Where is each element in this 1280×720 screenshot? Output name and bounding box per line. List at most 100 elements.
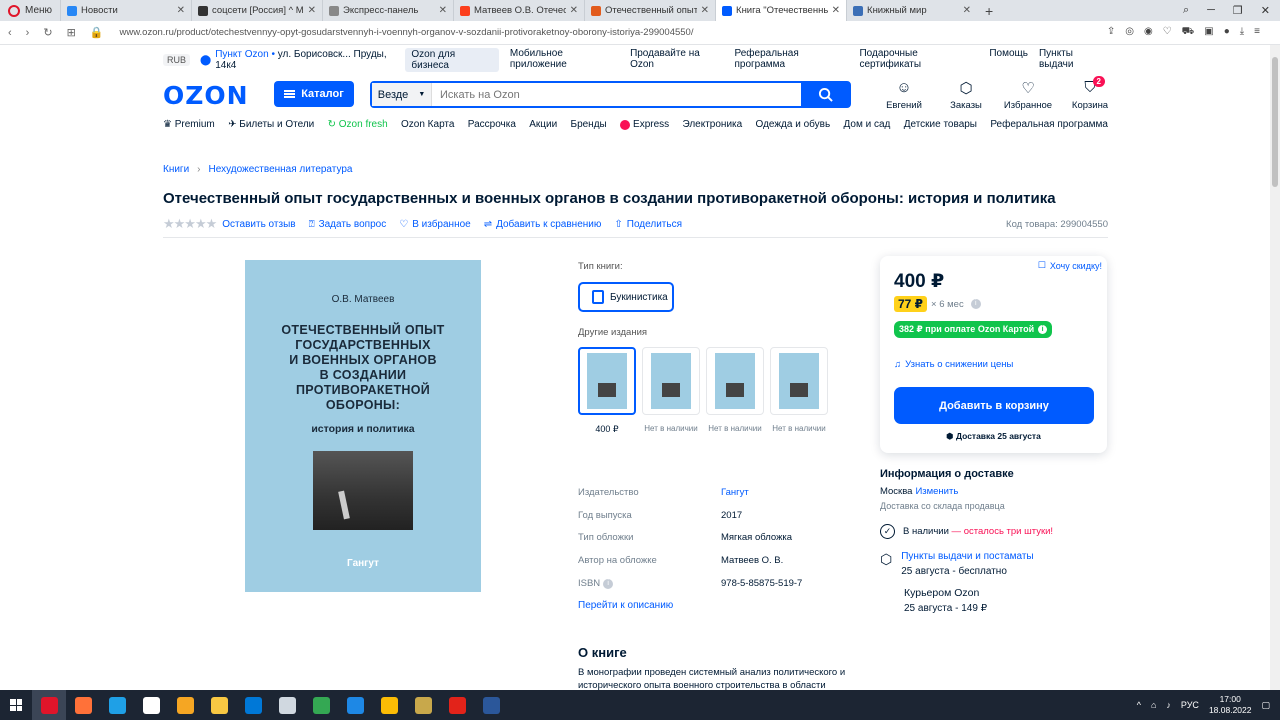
url-field[interactable]: www.ozon.ru/product/otechestvennyy-opyt-… [119, 27, 693, 38]
edition-option[interactable]: Нет в наличии [642, 347, 700, 435]
language-indicator[interactable]: РУС [1181, 700, 1199, 710]
volume-icon[interactable]: ♪ [1166, 700, 1171, 710]
breadcrumb-books[interactable]: Книги [163, 164, 189, 175]
rating-stars[interactable]: ★★★★★ [163, 216, 217, 232]
top-link[interactable]: Реферальная программа [734, 48, 848, 72]
taskbar-app-word[interactable] [474, 690, 508, 720]
notifications-icon[interactable]: ▢ [1261, 700, 1270, 711]
taskbar-app-edge[interactable] [100, 690, 134, 720]
taskbar-app-app-ic[interactable] [168, 690, 202, 720]
compare-link[interactable]: ⇌ Добавить к сравнению [484, 219, 602, 230]
top-link[interactable]: Ozon для бизнеса [405, 48, 499, 72]
tray-up-arrow-icon[interactable]: ^ [1137, 700, 1141, 710]
top-link[interactable]: Пункты выдачи [1039, 48, 1108, 72]
browser-tab[interactable]: Экспресс-панель ✕ [322, 0, 453, 21]
browser-tab[interactable]: Книжный мир ✕ [846, 0, 977, 21]
book-type-chip[interactable]: Букинистика [578, 282, 674, 312]
currency-selector[interactable]: RUB [163, 54, 191, 66]
nav-installment[interactable]: Рассрочка [468, 119, 516, 130]
nav-brands[interactable]: Бренды [571, 119, 607, 130]
want-discount-link[interactable]: ☐ Хочу скидку! [1038, 260, 1102, 271]
info-icon[interactable]: i [603, 578, 614, 589]
tab-close-icon[interactable]: ✕ [963, 5, 971, 16]
taskbar-app-archive[interactable] [406, 690, 440, 720]
taskbar-app-opera[interactable] [32, 690, 66, 720]
leave-review-link[interactable]: Оставить отзыв [222, 219, 295, 230]
browser-tab[interactable]: Книга "Отечественный оп ✕ [715, 0, 847, 21]
profile-button[interactable]: ☺ Евгений [873, 79, 935, 111]
forward-icon[interactable]: › [26, 27, 30, 39]
price-drop-notify-link[interactable]: ♫ Узнать о снижении цены [894, 359, 1013, 370]
ozon-logo[interactable]: OZON [163, 81, 249, 110]
back-icon[interactable]: ‹ [8, 27, 12, 39]
ask-question-link[interactable]: ⍰ Задать вопрос [309, 219, 387, 230]
top-link[interactable]: Подарочные сертификаты [859, 48, 978, 72]
installment-info[interactable]: 77 ₽ × 6 мес i [894, 296, 981, 312]
bookmark-icon[interactable]: ♡ [1163, 26, 1172, 39]
cart-ext-icon[interactable]: ⛟ [1182, 26, 1195, 39]
profile-icon[interactable]: ● [1224, 26, 1230, 39]
info-icon[interactable]: i [970, 299, 981, 309]
taskbar-app-yandex[interactable] [134, 690, 168, 720]
browser-tab[interactable]: Новости ✕ [60, 0, 191, 21]
share-icon[interactable]: ⇪ [1107, 26, 1115, 39]
taskbar-app-acrobat[interactable] [440, 690, 474, 720]
nav-express[interactable]: Express [620, 119, 669, 130]
start-button[interactable] [0, 690, 32, 720]
goto-description-link[interactable]: Перейти к описанию [578, 600, 673, 611]
favorites-button[interactable]: ♡ Избранное [997, 79, 1059, 111]
extensions-icon[interactable]: ▣ [1204, 26, 1213, 39]
card-price-badge[interactable]: 382 ₽ при оплате Ozon Картой i [894, 321, 1053, 338]
pickup-points-link[interactable]: Пункты выдачи и постаматы [901, 551, 1033, 562]
top-link[interactable]: Помощь [989, 48, 1028, 72]
browser-tab[interactable]: Матвеев О.В. Отечествен ✕ [453, 0, 584, 21]
taskbar-app-chrome-like[interactable] [304, 690, 338, 720]
spec-value[interactable]: Гангут [721, 487, 749, 498]
add-to-cart-button[interactable]: Добавить в корзину [894, 387, 1094, 424]
nav-electronics[interactable]: Электроника [682, 119, 742, 130]
clock[interactable]: 17:00 18.08.2022 [1209, 694, 1252, 716]
breadcrumb-nonfiction[interactable]: Нехудожественная литература [209, 164, 353, 175]
taskbar-app-firefox[interactable] [66, 690, 100, 720]
product-cover-image[interactable]: О.В. Матвеев ОТЕЧЕСТВЕННЫЙ ОПЫТ ГОСУДАРСТ… [245, 260, 481, 592]
nav-home[interactable]: Дом и сад [844, 119, 891, 130]
download-icon[interactable]: ⤓ [1240, 26, 1244, 39]
reload-icon[interactable]: ↻ [43, 26, 52, 39]
top-link[interactable]: Мобильное приложение [510, 48, 619, 72]
search-scope-select[interactable]: Везде ▼ [372, 83, 432, 106]
page-scrollbar[interactable] [1270, 45, 1280, 690]
nav-promos[interactable]: Акции [529, 119, 557, 130]
tab-close-icon[interactable]: ✕ [308, 5, 316, 16]
nav-premium[interactable]: ♛ Premium [163, 119, 215, 130]
tab-close-icon[interactable]: ✕ [832, 5, 840, 16]
scrollbar-thumb[interactable] [1272, 57, 1278, 187]
browser-menu-button[interactable]: Меню [0, 0, 60, 21]
top-link[interactable]: Продавайте на Ozon [630, 48, 723, 72]
edition-option[interactable]: Нет в наличии [770, 347, 828, 435]
maximize-button[interactable]: ❐ [1233, 4, 1243, 17]
camera-icon[interactable]: ◎ [1125, 26, 1134, 39]
add-favorite-link[interactable]: ♡ В избранное [399, 219, 471, 230]
pickup-point-selector[interactable]: Пункт Ozon • ул. Борисовск... Пруды, 14к… [215, 49, 405, 71]
orders-button[interactable]: ⬡ Заказы [935, 79, 997, 111]
browser-search-icon[interactable]: ⌕ [1183, 4, 1189, 17]
search-button[interactable] [801, 83, 849, 106]
taskbar-app-bluetooth-pc[interactable] [270, 690, 304, 720]
tab-close-icon[interactable]: ✕ [439, 5, 447, 16]
tab-close-icon[interactable]: ✕ [570, 5, 578, 16]
browser-tab[interactable]: Отечественный опыт госу ✕ [584, 0, 715, 21]
nav-fresh[interactable]: ↻ Ozon fresh [328, 119, 388, 130]
edition-option[interactable]: 400 ₽ [578, 347, 636, 435]
nav-clothes[interactable]: Одежда и обувь [756, 119, 831, 130]
network-icon[interactable]: ⌂ [1151, 700, 1156, 710]
close-window-button[interactable]: ✕ [1261, 4, 1270, 17]
nav-referral[interactable]: Реферальная программа [990, 119, 1108, 130]
tab-close-icon[interactable]: ✕ [177, 5, 185, 16]
minimize-button[interactable]: ─ [1207, 4, 1215, 17]
search-input[interactable] [432, 83, 801, 106]
browser-tab[interactable]: соцсети [Россия] ^ Media ✕ [191, 0, 322, 21]
edition-option[interactable]: Нет в наличии [706, 347, 764, 435]
taskbar-app-ie[interactable] [338, 690, 372, 720]
taskbar-app-mail[interactable] [236, 690, 270, 720]
new-tab-button[interactable]: + [977, 3, 1001, 19]
